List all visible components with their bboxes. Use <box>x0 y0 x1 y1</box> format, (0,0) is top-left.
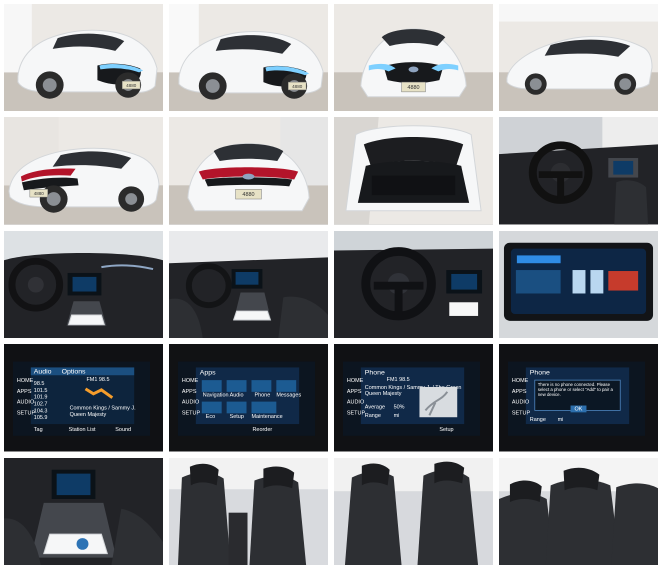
tile-19-seats[interactable] <box>334 457 493 565</box>
station-5: 104.3 <box>34 409 48 415</box>
tile-20-rear-seats[interactable] <box>499 457 658 565</box>
license-plate-text: 4880 <box>34 192 45 197</box>
frequency-text: FM1 98.5 <box>86 377 109 383</box>
tile-13-audio-screen[interactable]: Audio Options FM1 98.5 HOME APPS AUDIO S… <box>4 344 163 452</box>
instrument-cluster-icon <box>499 230 658 339</box>
license-plate-text: 4880 <box>407 85 419 91</box>
license-plate-text: 4880 <box>292 84 303 89</box>
tile-18-front-seats[interactable] <box>169 457 328 565</box>
app-phone: Phone <box>254 393 270 399</box>
app-setup: Setup <box>230 414 244 420</box>
sidebar-apps: APPS <box>17 389 32 395</box>
station-4: 102.7 <box>34 402 48 408</box>
sidebar-audio: AUDIO <box>17 400 34 406</box>
apps-title: Apps <box>200 370 216 377</box>
app-eco: Eco <box>206 414 215 420</box>
sidebar-apps: APPS <box>347 389 362 395</box>
artist-line-2: Queen Majesty <box>70 412 107 418</box>
phone-connect-screen-icon: Phone HOME APPS AUDIO SETUP There is no … <box>499 344 658 452</box>
sidebar-home: HOME <box>17 378 34 384</box>
sidebar-home: HOME <box>347 378 364 384</box>
app-messages: Messages <box>276 393 301 399</box>
tile-17-center-console[interactable] <box>4 457 163 565</box>
station-1: 98.5 <box>34 381 45 387</box>
bottom-tag: Tag <box>34 427 43 433</box>
cargo-area-icon <box>334 117 493 225</box>
options-tab-label: Options <box>62 369 86 376</box>
sidebar-setup: SETUP <box>347 411 366 417</box>
tile-8-steering-wheel[interactable] <box>499 117 658 225</box>
center-console-icon <box>4 457 163 565</box>
volume-value: 50% <box>394 405 405 411</box>
rear-seats-icon <box>499 457 658 565</box>
sidebar-apps: APPS <box>182 389 197 395</box>
front-seats-icon <box>169 457 328 565</box>
photo-gallery: 4880 4880 4880 4880 4880 Audio Options F… <box>4 4 658 565</box>
front-three-quarter-icon: 4880 <box>169 4 328 112</box>
phone-connect-title: Phone <box>530 370 550 377</box>
tile-2-front-three-quarter[interactable]: 4880 <box>169 4 328 112</box>
tile-11-steering-wheel[interactable] <box>334 230 493 339</box>
tile-14-apps-screen[interactable]: Apps HOME APPS AUDIO SETUP Navigation Au… <box>169 344 328 452</box>
range-value: mi <box>558 417 564 423</box>
tile-7-cargo-area[interactable] <box>334 117 493 225</box>
tile-16-phone-connect-screen[interactable]: Phone HOME APPS AUDIO SETUP There is no … <box>499 344 658 452</box>
sidebar-setup: SETUP <box>182 411 201 417</box>
tile-12-instrument-cluster[interactable] <box>499 230 658 339</box>
sidebar-setup: SETUP <box>512 411 531 417</box>
sidebar-setup: SETUP <box>17 411 36 417</box>
station-3: 101.9 <box>34 395 48 401</box>
reorder-label: Reorder <box>252 427 272 433</box>
bottom-sound: Sound <box>115 427 131 433</box>
front-view-icon: 4880 <box>334 4 493 112</box>
ok-button[interactable]: OK <box>575 407 583 413</box>
station-2: 101.5 <box>34 388 48 394</box>
sidebar-home: HOME <box>182 378 199 384</box>
phone-line-2: Queen Majesty <box>365 391 402 397</box>
artist-line-1: Common Kings / Sammy J. <box>70 406 137 412</box>
tile-6-rear-view[interactable]: 4880 <box>169 117 328 225</box>
rear-view-icon: 4880 <box>169 117 328 225</box>
audio-screen-icon: Audio Options FM1 98.5 HOME APPS AUDIO S… <box>4 344 163 452</box>
interior-icon <box>169 230 328 339</box>
tile-5-rear-three-quarter[interactable]: 4880 <box>4 117 163 225</box>
phone-screen-icon: Phone FM1 98.5 HOME APPS AUDIO SETUP Com… <box>334 344 493 452</box>
phone-title: Phone <box>365 370 385 377</box>
tile-9-dashboard[interactable] <box>4 230 163 339</box>
rear-three-quarter-icon: 4880 <box>4 117 163 225</box>
volume-label: Average <box>365 405 385 411</box>
sidebar-home: HOME <box>512 378 529 384</box>
station-6: 105.9 <box>34 415 48 421</box>
tile-15-phone-screen[interactable]: Phone FM1 98.5 HOME APPS AUDIO SETUP Com… <box>334 344 493 452</box>
apps-screen-icon: Apps HOME APPS AUDIO SETUP Navigation Au… <box>169 344 328 452</box>
phone-setup-label: Setup <box>439 427 453 433</box>
tile-4-side-profile[interactable] <box>499 4 658 112</box>
phone-connect-message: There is no phone connected. Please sele… <box>537 382 613 397</box>
sidebar-apps: APPS <box>512 389 527 395</box>
audio-tab-label: Audio <box>34 369 52 376</box>
tile-1-front-three-quarter[interactable]: 4880 <box>4 4 163 112</box>
front-three-quarter-icon: 4880 <box>4 4 163 112</box>
app-navigation: Navigation <box>203 393 229 399</box>
license-plate-text: 4880 <box>126 83 137 88</box>
range-label: Range <box>530 417 546 423</box>
tile-3-front-view[interactable]: 4880 <box>334 4 493 112</box>
steering-wheel-icon <box>334 230 493 339</box>
seats-icon <box>334 457 493 565</box>
sidebar-audio: AUDIO <box>182 400 199 406</box>
dashboard-icon <box>4 230 163 339</box>
license-plate-text: 4880 <box>242 193 254 199</box>
phone-frequency: FM1 98.5 <box>387 377 410 383</box>
app-audio: Audio <box>230 393 244 399</box>
side-profile-icon <box>499 4 658 112</box>
steering-wheel-icon <box>499 117 658 225</box>
bottom-station-list: Station List <box>69 427 96 433</box>
sidebar-audio: AUDIO <box>512 400 529 406</box>
range-value: mi <box>394 413 400 419</box>
range-label: Range <box>365 413 381 419</box>
app-maintenance: Maintenance <box>251 414 282 420</box>
sidebar-audio: AUDIO <box>347 400 364 406</box>
tile-10-interior[interactable] <box>169 230 328 339</box>
